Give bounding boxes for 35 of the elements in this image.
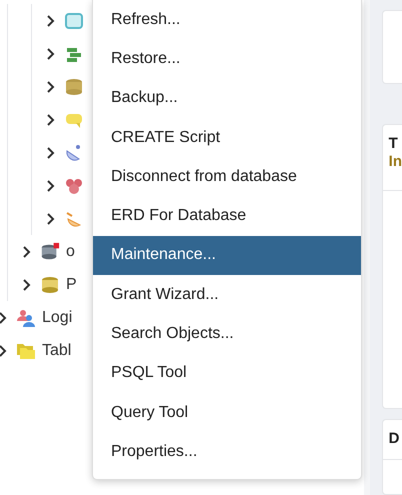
chevron-icon[interactable] xyxy=(0,312,8,324)
tree-item-label[interactable]: o xyxy=(66,242,75,260)
menu-item[interactable]: PSQL Tool xyxy=(93,354,361,393)
chevron-icon[interactable] xyxy=(46,80,56,92)
chevron-icon[interactable] xyxy=(46,14,56,26)
menu-item[interactable]: ERD For Database xyxy=(93,196,361,236)
tree-item-label[interactable]: Logi xyxy=(42,308,72,326)
chevron-icon[interactable] xyxy=(0,344,8,356)
chevron-icon[interactable] xyxy=(22,278,32,290)
menu-item[interactable]: Refresh... xyxy=(93,0,361,40)
database-icon xyxy=(64,76,84,96)
card-title: T xyxy=(388,134,399,153)
chevron-icon[interactable] xyxy=(22,246,32,258)
users-icon xyxy=(16,308,36,328)
menu-item[interactable]: Search Objects... xyxy=(93,314,361,354)
menu-item[interactable]: Query Tool xyxy=(93,392,361,432)
menu-item[interactable]: Properties... xyxy=(93,432,361,472)
tree-item-label[interactable]: P xyxy=(66,276,77,294)
database-icon xyxy=(40,274,60,294)
menu-item[interactable]: CREATE Script xyxy=(93,118,361,158)
menu-item[interactable]: Maintenance... xyxy=(93,236,361,276)
table-icon xyxy=(64,10,84,30)
card-title: D xyxy=(388,430,400,448)
menu-item[interactable]: Backup... xyxy=(93,78,361,118)
menu-item[interactable]: Restore... xyxy=(93,39,361,79)
card-subtitle: In xyxy=(388,152,402,171)
chevron-icon[interactable] xyxy=(46,48,56,60)
disconnected-database-icon xyxy=(40,242,60,262)
menu-item[interactable]: Disconnect from database xyxy=(93,157,361,196)
tree-item-label[interactable]: Tabl xyxy=(42,342,72,360)
chevron-icon[interactable] xyxy=(46,146,56,158)
chevron-icon[interactable] xyxy=(46,212,56,224)
menu-item[interactable]: Grant Wizard... xyxy=(93,275,361,314)
chevron-icon[interactable] xyxy=(46,180,56,192)
chevron-icon[interactable] xyxy=(46,114,56,126)
